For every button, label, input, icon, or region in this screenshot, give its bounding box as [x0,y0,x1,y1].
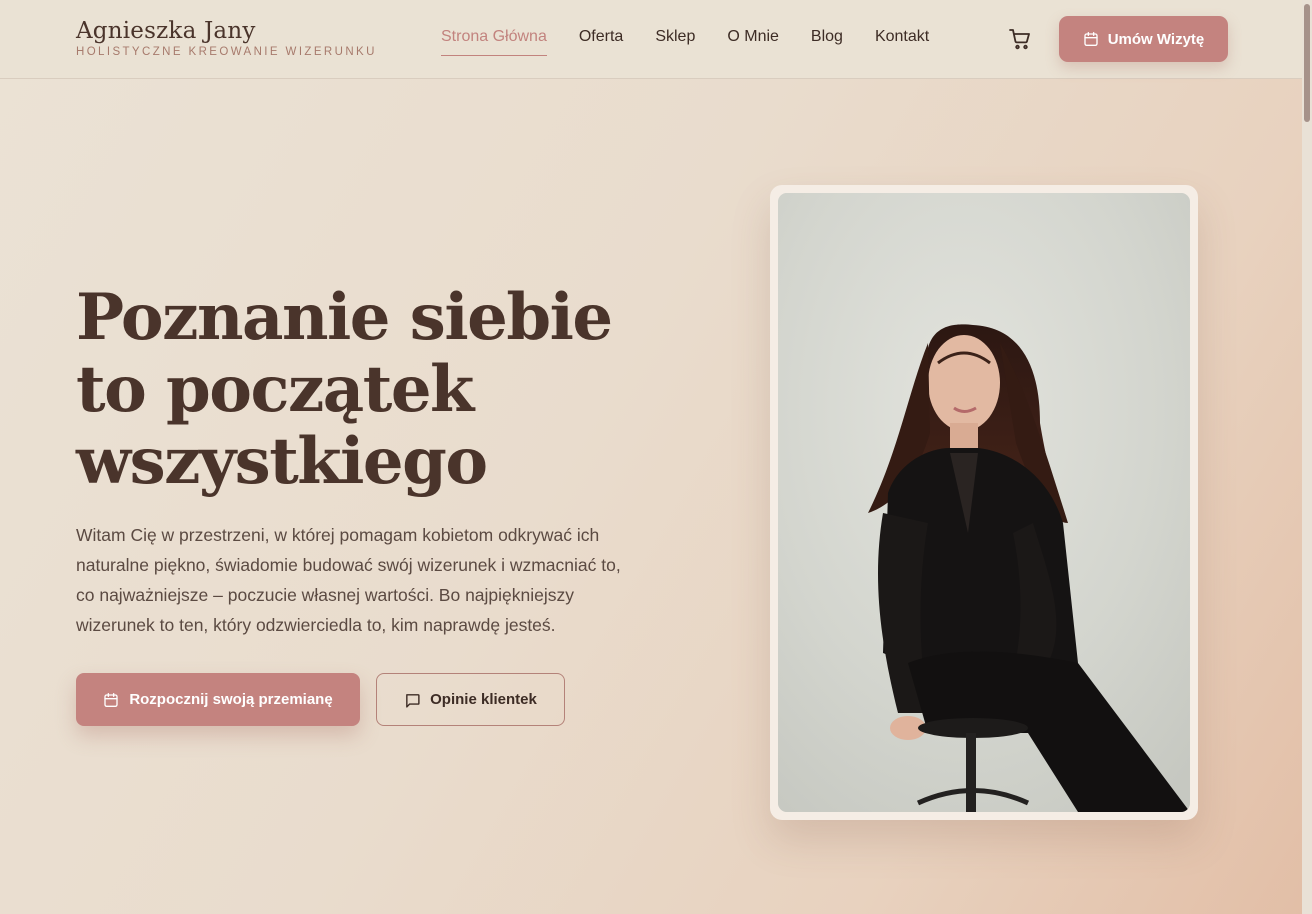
calendar-icon [103,692,119,708]
nav-item-home[interactable]: Strona Główna [441,28,547,56]
cart-icon[interactable] [1008,27,1032,51]
brand-tagline: HOLISTYCZNE KREOWANIE WIZERUNKU [76,46,377,58]
start-transformation-label: Rozpocznij swoją przemianę [129,691,333,708]
hero-description: Witam Cię w przestrzeni, w której pomaga… [76,525,621,635]
client-reviews-button[interactable]: Opinie klientek [376,673,565,726]
hero-title-line: to początek [76,352,474,427]
book-appointment-label: Umów Wizytę [1107,30,1205,48]
hero-title: Poznanie siebie to początek wszystkiego [76,282,636,498]
nav-item-oferta[interactable]: Oferta [579,28,623,56]
hero-title-line: Poznanie siebie [76,280,613,355]
start-transformation-button[interactable]: Rozpocznij swoją przemianę [76,673,360,726]
portrait-frame [770,185,1198,820]
client-reviews-label: Opinie klientek [430,691,537,708]
portrait-photo [778,193,1190,812]
brand-name: Agnieszka Jany [76,18,256,44]
nav-item-o-mnie[interactable]: O Mnie [727,28,779,56]
nav-item-kontakt[interactable]: Kontakt [875,28,929,56]
nav-item-blog[interactable]: Blog [811,28,843,56]
page-scrollbar[interactable] [1302,0,1312,914]
message-icon [404,692,420,708]
main-nav: Strona Główna Oferta Sklep O Mnie Blog K… [441,28,961,56]
scrollbar-thumb[interactable] [1304,4,1310,122]
site-header: Agnieszka Jany HOLISTYCZNE KREOWANIE WIZ… [0,0,1302,79]
calendar-icon [1083,31,1099,47]
nav-item-sklep[interactable]: Sklep [655,28,695,56]
book-appointment-button[interactable]: Umów Wizytę [1059,16,1228,62]
brand-logo[interactable]: Agnieszka Jany HOLISTYCZNE KREOWANIE WIZ… [76,17,377,58]
hero-title-line: wszystkiego [76,424,488,499]
